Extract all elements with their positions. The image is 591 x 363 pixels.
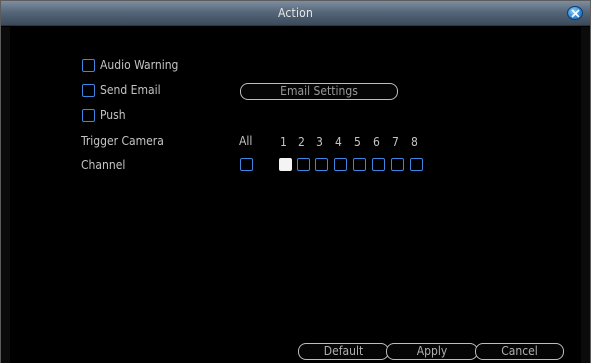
push-checkbox[interactable] — [82, 109, 95, 122]
cancel-button[interactable]: Cancel — [475, 343, 564, 360]
audio-warning-checkbox[interactable] — [82, 59, 95, 72]
trigger-camera-label: Trigger Camera — [81, 134, 164, 148]
channel-number-6: 6 — [373, 135, 380, 149]
send-email-checkbox[interactable] — [82, 84, 95, 97]
push-label: Push — [100, 108, 126, 122]
apply-button[interactable]: Apply — [386, 343, 478, 360]
title-bar: Action — [1, 1, 590, 26]
send-email-label: Send Email — [100, 83, 161, 97]
channel-number-7: 7 — [392, 135, 399, 149]
channel-5-checkbox[interactable] — [353, 158, 366, 171]
audio-warning-label: Audio Warning — [100, 58, 179, 72]
channel-number-4: 4 — [335, 135, 342, 149]
close-icon[interactable] — [567, 6, 583, 20]
dialog-title: Action — [278, 6, 313, 20]
all-label: All — [239, 134, 253, 148]
channel-number-2: 2 — [298, 135, 305, 149]
channel-7-checkbox[interactable] — [391, 158, 404, 171]
channel-3-checkbox[interactable] — [315, 158, 328, 171]
channel-number-5: 5 — [354, 135, 361, 149]
channel-4-checkbox[interactable] — [334, 158, 347, 171]
channel-number-8: 8 — [411, 135, 418, 149]
right-border — [581, 27, 590, 363]
channel-6-checkbox[interactable] — [372, 158, 385, 171]
channel-number-3: 3 — [316, 135, 323, 149]
channel-label: Channel — [81, 158, 126, 172]
channel-2-checkbox[interactable] — [297, 158, 310, 171]
channel-8-checkbox[interactable] — [410, 158, 423, 171]
footer-button-bar: Default Apply Cancel — [298, 343, 564, 360]
channel-all-checkbox[interactable] — [240, 158, 253, 171]
content-area — [10, 27, 581, 363]
default-button[interactable]: Default — [298, 343, 389, 360]
channel-number-1: 1 — [280, 135, 287, 149]
action-dialog: Action Audio Warning Send Email Push Ema… — [0, 0, 591, 363]
left-border — [1, 27, 10, 363]
channel-1-checkbox[interactable] — [279, 158, 292, 171]
email-settings-button[interactable]: Email Settings — [240, 83, 398, 100]
